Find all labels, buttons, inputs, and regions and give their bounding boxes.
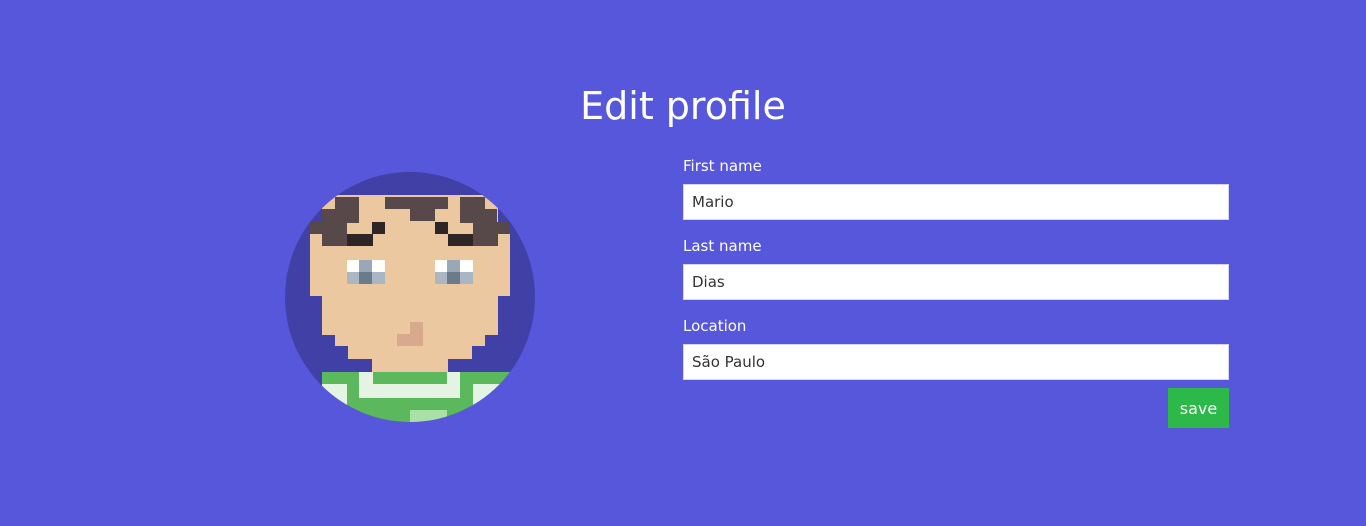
avatar: [285, 172, 535, 422]
last-name-field[interactable]: [683, 264, 1229, 300]
page-title: Edit profile: [580, 84, 786, 128]
form-actions: save: [683, 388, 1229, 428]
first-name-field[interactable]: [683, 184, 1229, 220]
profile-form: First name Last name Location save: [683, 156, 1229, 428]
first-name-label: First name: [683, 157, 762, 175]
save-button[interactable]: save: [1168, 388, 1229, 428]
last-name-label: Last name: [683, 237, 762, 255]
location-field[interactable]: [683, 344, 1229, 380]
pixel-avatar-icon: [310, 195, 510, 422]
location-label: Location: [683, 317, 747, 335]
